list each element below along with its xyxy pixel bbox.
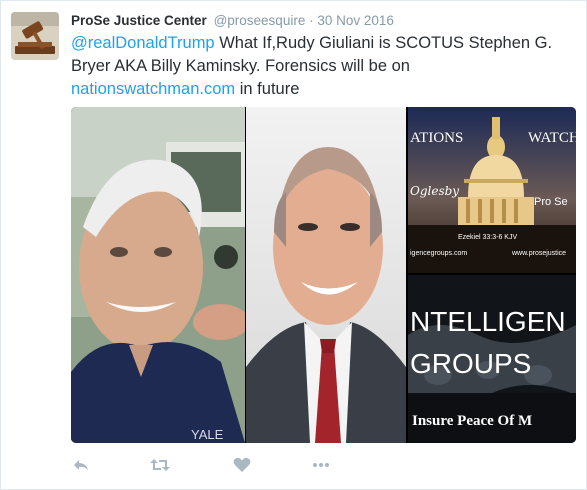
retweet-button[interactable] [149,455,171,475]
more-icon [313,463,329,467]
url-link[interactable]: nationswatchman.com [71,80,235,98]
reply-icon [74,460,88,470]
tweet-header: ProSe Justice Center @proseesquire · 30 … [71,13,394,29]
tweet-card: ProSe Justice Center @proseesquire · 30 … [0,0,587,490]
author-name[interactable]: ProSe Justice Center [71,13,207,28]
script-right: Pro Se [534,196,568,208]
mention-link[interactable]: @realDonaldTrump [71,34,215,52]
tweet-text: @realDonaldTrump What If,Rudy Giuliani i… [71,32,576,101]
shirt-text: YALE [191,427,224,442]
tweet-timestamp[interactable]: 30 Nov 2016 [317,13,394,28]
url-right: www.prosejustice [511,250,566,257]
retweet-icon [150,459,170,471]
gavel-icon [11,12,59,60]
verse-text: Ezekiel 33:3-6 KJV [458,234,517,241]
ig-line-1: NTELLIGEN [410,306,566,337]
photo-rudy-giuliani[interactable] [246,107,406,443]
heart-icon [233,457,251,472]
media-grid[interactable]: YALE ATIONS WATCH Oglesby Pro Se Ezekiel… [71,107,576,443]
image-nations-watchman[interactable]: ATIONS WATCH Oglesby Pro Se Ezekiel 33:3… [408,107,576,273]
title-left: ATIONS [410,130,463,146]
ig-line-2: GROUPS [410,348,531,379]
ig-tagline: Insure Peace Of M [412,413,532,429]
like-button[interactable] [232,455,252,475]
avatar[interactable] [11,12,59,60]
tweet-body-part2: in future [235,80,300,98]
header-separator: · [309,13,314,28]
url-left: igencegroups.com [410,250,467,257]
script-left: Oglesby [410,184,459,198]
image-intelligence-groups[interactable]: NTELLIGEN GROUPS Insure Peace Of M [408,275,576,443]
tweet-actions [71,455,371,475]
title-right: WATCH [528,130,576,146]
author-handle[interactable]: @proseesquire [214,13,306,28]
more-button[interactable] [311,455,331,475]
photo-older-man[interactable]: YALE [71,107,245,443]
reply-button[interactable] [71,455,91,475]
